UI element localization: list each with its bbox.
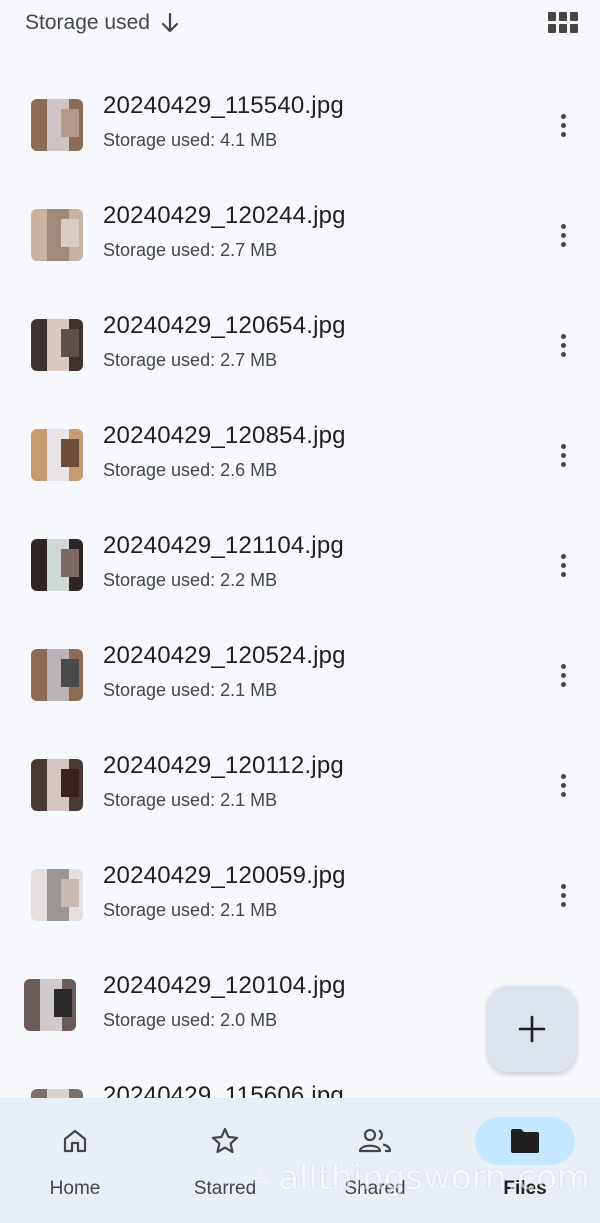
file-meta: Storage used: 2.6 MB [103,460,278,480]
nav-home-label: Home [49,1178,101,1199]
file-name: 20240429_120112.jpg [103,752,344,779]
nav-starred[interactable]: Starred [150,1098,300,1223]
arrow-down-icon [161,12,179,33]
more-options-icon[interactable] [545,767,581,803]
file-meta: Storage used: 4.1 MB [103,130,278,150]
file-name: 20240429_120244.jpg [103,202,346,229]
file-name: 20240429_120524.jpg [103,642,346,669]
nav-starred-label: Starred [193,1178,257,1199]
more-options-icon[interactable] [545,217,581,253]
nav-files-label: Files [503,1178,547,1199]
file-meta: Storage used: 2.1 MB [103,680,278,700]
plus-icon [518,1015,546,1043]
more-options-icon[interactable] [545,547,581,583]
home-icon [63,1129,87,1153]
file-row[interactable]: 20240429_120244.jpg Storage used: 2.7 MB [0,164,600,274]
more-options-icon[interactable] [545,437,581,473]
file-meta: Storage used: 2.2 MB [103,570,278,590]
file-thumbnail [31,209,83,261]
file-thumbnail [31,429,83,481]
more-options-icon[interactable] [545,657,581,693]
file-meta: Storage used: 2.1 MB [103,790,278,810]
file-list: 20240429_115540.jpg Storage used: 4.1 MB… [0,54,600,1098]
more-options-icon[interactable] [545,327,581,363]
nav-shared[interactable]: Shared [300,1098,450,1223]
sort-button[interactable]: Storage used [25,11,180,35]
file-name: 20240429_120104.jpg [103,972,346,999]
file-name: 20240429_120854.jpg [103,422,346,449]
people-icon [358,1128,392,1153]
file-thumbnail [31,869,83,921]
file-row[interactable]: 20240429_121104.jpg Storage used: 2.2 MB [0,494,600,604]
file-meta: Storage used: 2.7 MB [103,350,278,370]
file-thumbnail [24,979,76,1031]
new-button[interactable] [488,986,576,1072]
bottom-navigation: Home Starred Shared Files [0,1098,600,1223]
file-row[interactable]: 20240429_120059.jpg Storage used: 2.1 MB [0,824,600,934]
file-thumbnail [31,319,83,371]
file-name: 20240429_121104.jpg [103,532,344,559]
file-meta: Storage used: 2.1 MB [103,900,278,920]
nav-files[interactable]: Files [450,1098,600,1223]
file-thumbnail [31,759,83,811]
file-meta: Storage used: 2.7 MB [103,240,278,260]
file-name: 20240429_120059.jpg [103,862,346,889]
file-row[interactable]: 20240429_120524.jpg Storage used: 2.1 MB [0,604,600,714]
file-name: 20240429_115540.jpg [103,92,344,119]
file-name: 20240429_115606.jpg [103,1082,344,1098]
more-options-icon[interactable] [545,877,581,913]
sort-label: Storage used [25,11,150,34]
file-row[interactable]: 20240429_120112.jpg Storage used: 2.1 MB [0,714,600,824]
grid-view-icon[interactable] [548,12,578,34]
folder-icon [511,1129,539,1153]
active-indicator [475,1117,575,1165]
file-thumbnail [31,649,83,701]
file-thumbnail [31,539,83,591]
nav-shared-label: Shared [344,1178,406,1199]
file-row[interactable]: 20240429_120854.jpg Storage used: 2.6 MB [0,384,600,494]
nav-home[interactable]: Home [0,1098,150,1223]
file-thumbnail [31,99,83,151]
file-name: 20240429_120654.jpg [103,312,346,339]
star-icon [211,1127,239,1154]
file-meta: Storage used: 2.0 MB [103,1010,278,1030]
file-thumbnail [31,1089,83,1098]
sort-bar: Storage used [0,0,600,46]
file-row[interactable]: 20240429_120654.jpg Storage used: 2.7 MB [0,274,600,384]
file-row[interactable]: 20240429_115540.jpg Storage used: 4.1 MB [0,54,600,164]
more-options-icon[interactable] [545,107,581,143]
